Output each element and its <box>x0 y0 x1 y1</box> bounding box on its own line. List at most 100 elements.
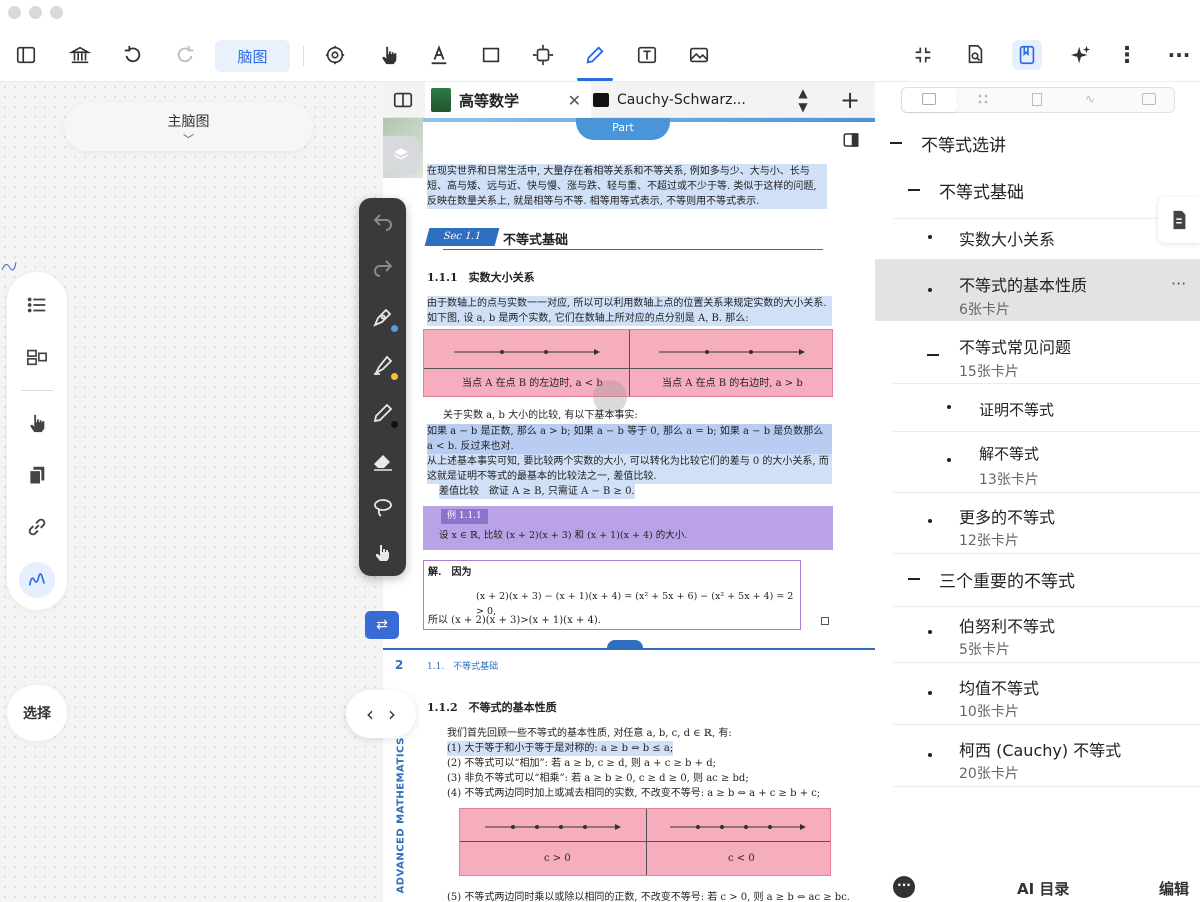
chevron-right-icon[interactable]: › <box>388 702 396 726</box>
layers-icon[interactable] <box>383 136 419 174</box>
library-icon[interactable] <box>65 40 95 70</box>
item-more-icon[interactable]: ··· <box>1171 274 1186 293</box>
hand-pointer-icon[interactable] <box>22 408 52 438</box>
link-icon[interactable] <box>22 512 52 542</box>
card-panel-button[interactable] <box>1158 197 1200 243</box>
paragraph: 关于实数 a, b 大小的比较, 有以下基本事实: <box>443 410 638 421</box>
text-box-icon[interactable] <box>632 40 662 70</box>
copy-icon[interactable] <box>22 460 52 490</box>
lasso-icon[interactable] <box>368 492 398 522</box>
pen-icon[interactable] <box>580 40 610 70</box>
eraser-icon[interactable] <box>368 446 398 476</box>
sidebar-toggle-icon[interactable] <box>11 40 41 70</box>
table-cell: c < 0 <box>728 853 755 864</box>
main-mindmap-node[interactable]: 主脑图 ﹀ <box>64 103 313 151</box>
outline-tab-bar: ∿ <box>875 82 1200 118</box>
chevron-down-icon[interactable]: ﹀ <box>64 131 313 147</box>
ai-sparkle-icon[interactable] <box>1066 40 1096 70</box>
title-bar <box>0 0 1200 28</box>
sidebar-panel-icon[interactable] <box>841 130 861 150</box>
number-line-left <box>485 824 621 830</box>
intro-paragraph: 在现实世界和日常生活中, 大量存在着相等关系和不等关系, 例如多与少、大与小、长… <box>427 164 827 209</box>
page-number: 2 <box>395 658 404 672</box>
list-icon[interactable] <box>22 290 52 320</box>
tab-cauchy-schwarz[interactable]: Cauchy-Schwarz... <box>591 82 751 118</box>
main-node-label: 主脑图 <box>167 114 210 130</box>
more-horizontal-icon[interactable]: ··· <box>1164 40 1194 70</box>
outline-item[interactable]: 伯努利不等式 <box>959 613 1055 637</box>
split-view-icon[interactable] <box>388 85 418 115</box>
sync-gear-icon[interactable] <box>320 40 350 70</box>
crop-expand-icon[interactable] <box>528 40 558 70</box>
outline-item[interactable]: 更多的不等式 <box>959 504 1055 528</box>
undo-icon[interactable] <box>368 206 398 236</box>
property-item: (1) 大于等于和小于等于是对称的: a ≥ b ⇔ b ≤ a; <box>447 741 674 756</box>
property-item: (2) 不等式可以“相加”: 若 a ≥ b, c ≥ d, 则 a + c ≥… <box>447 758 716 769</box>
card-count: 5张卡片 <box>959 642 1010 658</box>
outline-item[interactable]: 解不等式 <box>979 443 1039 464</box>
collapse-icon[interactable] <box>908 40 938 70</box>
scribble-icon[interactable]: ∿ <box>1085 92 1095 106</box>
number-line-left <box>454 349 600 355</box>
outline-item[interactable]: 三个重要的不等式 <box>939 567 1075 592</box>
book-icon[interactable] <box>922 93 936 105</box>
pdf-document-view[interactable]: Part 在现实世界和日常生活中, 大量存在着相等关系和不等关系, 例如多与少、… <box>383 118 875 902</box>
color-swatch <box>391 421 398 428</box>
solution-label: 解. 因为 <box>428 567 472 578</box>
close-window-button[interactable] <box>8 6 21 19</box>
image-icon[interactable] <box>684 40 714 70</box>
pen-active-indicator <box>577 78 613 81</box>
swap-direction-button[interactable]: ⇄ <box>365 611 399 639</box>
redo-icon[interactable] <box>368 252 398 282</box>
sort-updown-icon[interactable]: ▲ ▼ <box>788 85 818 115</box>
document-tab-bar: 高等数学 ✕ Cauchy-Schwarz... ▲ ▼ + <box>383 82 875 118</box>
more-vertical-icon[interactable]: ⋮ <box>1112 40 1142 70</box>
outline-item[interactable]: 不等式选讲 <box>921 131 1006 156</box>
bookmark-icon[interactable] <box>1032 93 1042 106</box>
rectangle-select-icon[interactable] <box>476 40 506 70</box>
search-document-icon[interactable] <box>960 40 990 70</box>
layout-icon[interactable] <box>22 342 52 372</box>
solution-conclusion: 所以 (x + 2)(x + 3)>(x + 1)(x + 4). <box>428 615 601 626</box>
text-highlight-icon[interactable] <box>424 40 454 70</box>
part-header: Part <box>576 118 670 140</box>
property-item: (5) 不等式两边同时乘以或除以相同的正数, 不改变不等号: 若 c > 0, … <box>447 892 850 902</box>
outline-panel: 不等式选讲 不等式基础 实数大小关系 不等式的基本性质 6张卡片 ··· 不等式… <box>875 118 1200 868</box>
add-tab-icon[interactable]: + <box>835 85 865 115</box>
note-icon[interactable] <box>1142 93 1156 105</box>
edit-button[interactable]: 编辑 <box>1159 878 1189 899</box>
select-button[interactable]: 选择 <box>7 685 67 741</box>
left-tool-rail <box>7 272 67 610</box>
definition-line: 差值比较 欲证 A ≥ B, 只需证 A − B ≥ 0. <box>439 484 635 499</box>
outline-item[interactable]: 不等式的基本性质 <box>959 272 1087 296</box>
redo-icon[interactable] <box>170 40 200 70</box>
minimize-window-button[interactable] <box>29 6 42 19</box>
card-count: 15张卡片 <box>959 364 1019 380</box>
outline-item[interactable]: 不等式基础 <box>939 178 1024 203</box>
tab-label: 高等数学 <box>459 91 520 110</box>
mindmap-button[interactable]: 脑图 <box>215 40 290 72</box>
more-options-icon[interactable]: ··· <box>893 876 915 898</box>
undo-icon[interactable] <box>118 40 148 70</box>
highlighter-icon[interactable] <box>368 350 398 380</box>
outline-item[interactable]: 均值不等式 <box>959 675 1039 699</box>
outline-item[interactable]: 实数大小关系 <box>959 226 1055 250</box>
hand-pointer-icon[interactable] <box>374 40 404 70</box>
freehand-stroke-icon[interactable] <box>19 562 55 598</box>
pencil-icon[interactable] <box>368 398 398 428</box>
ai-outline-button[interactable]: AI 目录 <box>1017 878 1069 899</box>
chevron-left-icon[interactable]: ‹ <box>366 702 374 726</box>
outline-item[interactable]: 柯西 (Cauchy) 不等式 <box>959 737 1121 761</box>
close-tab-icon[interactable]: ✕ <box>568 91 581 110</box>
card-count: 13张卡片 <box>979 472 1039 488</box>
card-count: 12张卡片 <box>959 533 1019 549</box>
zoom-window-button[interactable] <box>50 6 63 19</box>
touch-gesture-icon[interactable] <box>368 536 398 566</box>
outline-item[interactable]: 不等式常见问题 <box>959 334 1071 358</box>
outline-item[interactable]: 证明不等式 <box>979 399 1054 420</box>
grid-icon[interactable] <box>977 93 989 105</box>
fountain-pen-icon[interactable] <box>368 302 398 332</box>
book-outline-icon[interactable] <box>1012 40 1042 70</box>
number-line-table: 当点 A 在点 B 的左边时, a < b 当点 A 在点 B 的右边时, a … <box>423 329 833 397</box>
tab-gaodeng-shuxue[interactable]: 高等数学 ✕ <box>425 82 591 118</box>
